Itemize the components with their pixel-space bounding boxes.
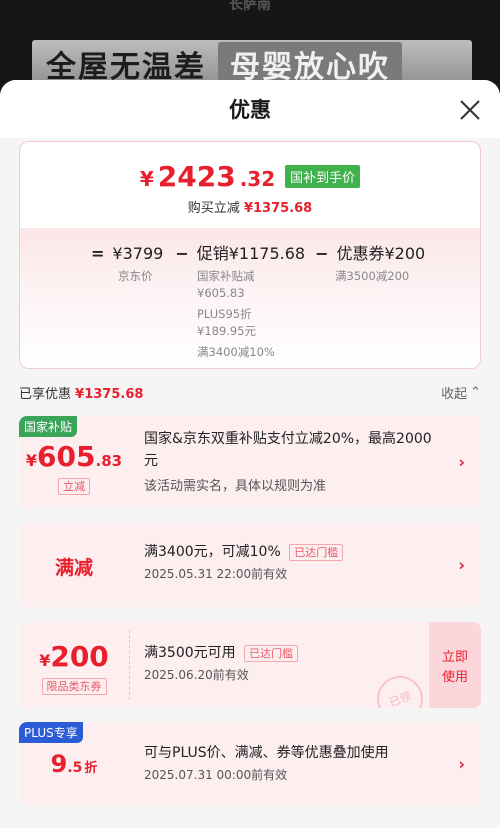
coupon-plus-exclusive[interactable]: PLUS专享 9.5 折 可与PLUS价、满减、券等优惠叠加使用 2025.07.…: [19, 722, 481, 806]
sheet-title: 优惠: [229, 98, 271, 122]
buy-discount-label: 购买立减: [187, 201, 240, 216]
coupon-description-line: 满3400元，可减10% 已达门槛: [144, 541, 441, 563]
coupon-amount-dec: .83: [95, 452, 123, 470]
minus-sign: −: [315, 244, 329, 263]
coupon-currency: ¥: [39, 651, 51, 670]
equals-sign: =: [91, 244, 105, 263]
promo-total: 促销¥1175.68: [196, 244, 306, 263]
discount-sheet: 优惠 ¥ 2423 .32 国补到手价 购买立减 ¥1375.68 = ¥379…: [0, 80, 500, 828]
coupon-info: 可与PLUS价、满减、券等优惠叠加使用 2025.07.31 00:00前有效: [144, 722, 441, 806]
close-icon: [460, 100, 480, 120]
sheet-header: 优惠: [0, 80, 500, 138]
coupon-category[interactable]: ¥200 限品类东券 满3500元可用 已达门槛 2025.06.20前有效 已…: [19, 622, 481, 708]
coupon-description: 满3500元可用: [144, 645, 236, 661]
collapse-button[interactable]: 收起 ⌃: [441, 383, 481, 402]
applied-label: 已享优惠: [19, 387, 72, 402]
price-formula: = ¥3799 − 促销¥1175.68 − 优惠券¥200: [20, 240, 480, 264]
promo-detail-line: ¥189.95元: [197, 324, 257, 338]
coupon-amount-area: ¥605.83 立减: [19, 416, 129, 508]
final-price: ¥ 2423 .32 国补到手价: [20, 160, 480, 193]
chevron-up-icon: ⌃: [470, 385, 481, 400]
base-price-label: 京东价: [118, 269, 153, 283]
coupon-description-line: 满3500元可用 已达门槛: [144, 642, 441, 664]
coupon-amount-int: 9: [50, 750, 68, 778]
chevron-right-icon: ›: [458, 555, 465, 575]
promo-detail-line: ¥605.83: [197, 286, 245, 300]
coupon-subtext: 该活动需实名，具体以规则为准: [144, 479, 327, 494]
buy-discount-line: 购买立减 ¥1375.68: [20, 197, 480, 216]
price-tag-badge: 国补到手价: [285, 165, 361, 188]
minus-sign: −: [175, 244, 189, 263]
applied-discount: 已享优惠 ¥1375.68: [19, 383, 143, 402]
price-decimal: .32: [239, 167, 276, 191]
chevron-right-icon: ›: [458, 754, 465, 774]
coupon-amount-int: 605: [37, 440, 96, 473]
base-price: ¥3799: [112, 244, 164, 263]
use-now-label: 立即使用: [441, 650, 468, 685]
coupon-amount-dec: .5: [67, 760, 83, 776]
price-breakdown: = ¥3799 − 促销¥1175.68 − 优惠券¥200 京东价 国家补贴减…: [20, 228, 480, 368]
coupon-validity: 2025.05.31 22:00前有效: [144, 567, 288, 581]
promo-detail-line: 满3400减10%: [197, 345, 275, 359]
coupon-description: 满3400元，可减10%: [144, 544, 281, 560]
coupon-kind-tag: 立减: [58, 478, 90, 495]
coupon-info: 满3400元，可减10% 已达门槛 2025.05.31 22:00前有效: [144, 523, 441, 607]
coupon-kind-tag: 限品类东券: [41, 678, 107, 695]
applied-value: ¥1375.68: [75, 387, 144, 402]
final-price-area: ¥ 2423 .32 国补到手价 购买立减 ¥1375.68: [20, 142, 480, 228]
coupon-full-reduction[interactable]: 满减 满3400元，可减10% 已达门槛 2025.05.31 22:00前有效…: [19, 523, 481, 607]
promo-details: 国家补贴减 ¥605.83 PLUS95折 ¥189.95元 满3400减10%: [197, 268, 275, 361]
promo-detail-line: PLUS95折: [197, 307, 252, 321]
price-currency: ¥: [139, 167, 154, 191]
coupon-validity: 2025.07.31 00:00前有效: [144, 768, 288, 782]
applied-discount-row: 已享优惠 ¥1375.68 收起 ⌃: [19, 383, 481, 402]
coupon-currency: ¥: [25, 451, 38, 470]
price-integer: 2423: [157, 160, 236, 193]
brand-text: 长萨南: [229, 0, 271, 13]
coupon-amount-area: 满减: [19, 523, 129, 607]
coupon-info: 国家&京东双重补贴支付立减20%，最高2000元 该活动需实名，具体以规则为准: [144, 416, 441, 508]
coupon-total: 优惠券¥200: [336, 244, 426, 263]
coupon-unit: 折: [84, 761, 98, 776]
threshold-reached-tag: 已达门槛: [289, 544, 344, 561]
coupon-divider: [129, 630, 130, 700]
coupon-title: 满减: [54, 557, 93, 579]
coupon-amount-area: 9.5 折: [19, 722, 129, 806]
close-button[interactable]: [458, 98, 482, 122]
price-summary-card: ¥ 2423 .32 国补到手价 购买立减 ¥1375.68 = ¥3799 −…: [19, 141, 481, 369]
buy-discount-value: ¥1375.68: [243, 201, 313, 216]
promo-detail-line: 国家补贴减: [197, 269, 255, 283]
chevron-right-icon: ›: [458, 452, 465, 472]
coupon-description: 国家&京东双重补贴支付立减20%，最高2000元: [144, 431, 432, 469]
coupon-detail: 满3500减200: [335, 269, 410, 283]
threshold-reached-tag: 已达门槛: [244, 645, 299, 662]
collapse-label: 收起: [441, 387, 468, 402]
use-now-button[interactable]: 立即使用: [429, 622, 481, 708]
coupon-amount-area: ¥200 限品类东券: [19, 622, 129, 708]
coupon-amount: 200: [50, 640, 109, 673]
coupon-national-subsidy[interactable]: 国家补贴 ¥605.83 立减 国家&京东双重补贴支付立减20%，最高2000元…: [19, 416, 481, 508]
coupon-description: 可与PLUS价、满减、券等优惠叠加使用: [144, 745, 389, 761]
